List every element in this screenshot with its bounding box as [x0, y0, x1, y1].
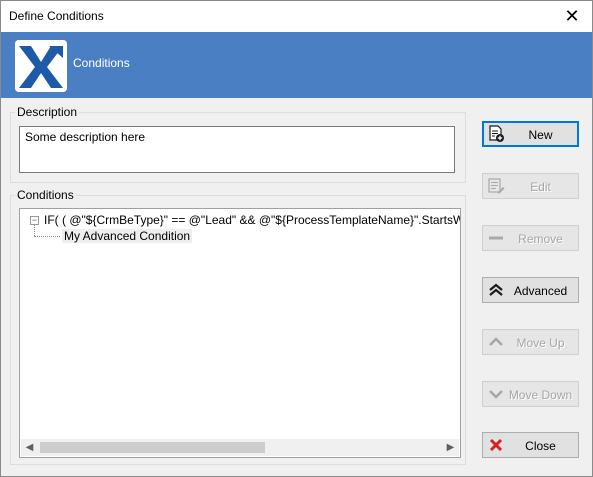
- define-conditions-dialog: Define Conditions ✕ Conditions Descripti…: [0, 0, 593, 477]
- condition-child-node[interactable]: My Advanced Condition: [62, 229, 193, 243]
- move-up-button[interactable]: Move Up: [482, 329, 579, 355]
- banner-title: Conditions: [73, 56, 130, 70]
- scroll-left-icon[interactable]: ◀: [21, 439, 38, 456]
- close-button-label: Close: [525, 439, 556, 453]
- description-value: Some description here: [25, 130, 146, 144]
- new-button[interactable]: New: [482, 121, 579, 147]
- minus-icon: [487, 229, 505, 247]
- move-down-button-label: Move Down: [508, 388, 573, 402]
- description-group-label: Description: [15, 105, 80, 119]
- new-button-label: New: [528, 128, 553, 142]
- advanced-button-label: Advanced: [513, 284, 568, 298]
- condition-root-node[interactable]: IF( ( @"${CrmBeType}" == @"Lead" && @"${…: [44, 213, 461, 227]
- remove-button-label: Remove: [518, 232, 563, 246]
- chevron-down-icon: [487, 385, 505, 403]
- header-banner: Conditions: [1, 32, 592, 98]
- tree-connector-vertical: [34, 225, 35, 236]
- condition-child-text: My Advanced Condition: [62, 229, 193, 243]
- scroll-right-icon[interactable]: ▶: [442, 439, 459, 456]
- condition-root-text: IF( ( @"${CrmBeType}" == @"Lead" && @"${…: [44, 213, 461, 227]
- edit-button[interactable]: Edit: [482, 173, 579, 199]
- remove-button[interactable]: Remove: [482, 225, 579, 251]
- move-down-button[interactable]: Move Down: [482, 381, 579, 407]
- description-field[interactable]: Some description here: [19, 126, 455, 173]
- x-logo-icon: [15, 40, 67, 92]
- close-button[interactable]: Close: [482, 432, 579, 458]
- scrollbar-thumb[interactable]: [40, 442, 265, 453]
- double-chevron-up-icon: [487, 281, 505, 299]
- title-bar: Define Conditions ✕: [1, 1, 592, 32]
- edit-list-icon: [487, 177, 505, 195]
- tree-connector-horizontal: [34, 236, 60, 237]
- red-x-icon: [487, 436, 505, 454]
- move-up-button-label: Move Up: [516, 336, 565, 350]
- collapse-toggle-icon[interactable]: −: [30, 216, 39, 225]
- edit-button-label: Edit: [530, 180, 551, 194]
- window-title: Define Conditions: [9, 9, 104, 23]
- horizontal-scrollbar[interactable]: ◀ ▶: [21, 439, 459, 456]
- conditions-group-label: Conditions: [15, 188, 76, 202]
- close-window-icon[interactable]: ✕: [562, 5, 582, 27]
- advanced-button[interactable]: Advanced: [482, 277, 579, 303]
- new-document-icon: [487, 125, 505, 143]
- conditions-tree[interactable]: − IF( ( @"${CrmBeType}" == @"Lead" && @"…: [19, 208, 461, 458]
- chevron-up-icon: [487, 333, 505, 351]
